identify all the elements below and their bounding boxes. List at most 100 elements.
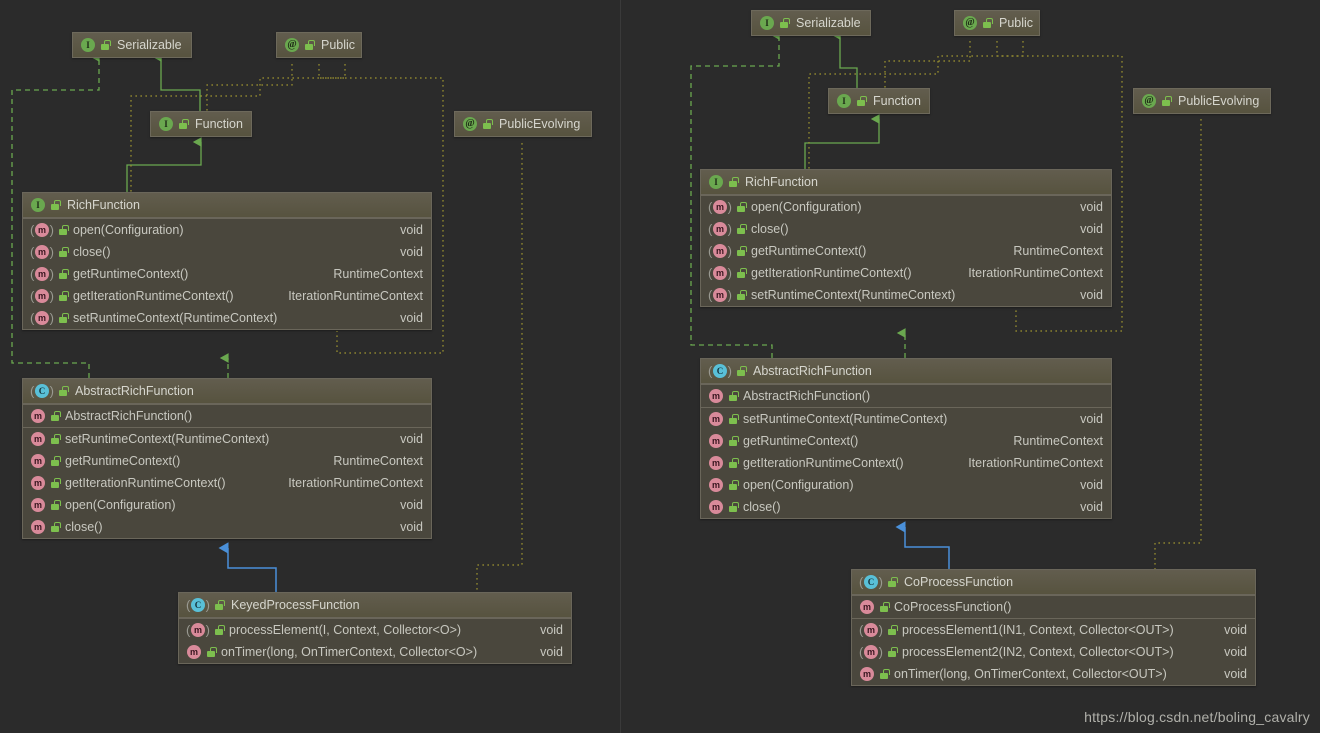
node-abstractrichfunction-left[interactable]: C AbstractRichFunction m AbstractRichFun… — [22, 378, 432, 539]
member-type: void — [400, 222, 423, 237]
member-type: void — [1080, 499, 1103, 514]
member-name: setRuntimeContext(RuntimeContext) — [743, 411, 948, 426]
node-header: @ PublicEvolving — [1134, 89, 1270, 113]
member-row[interactable]: m close() void — [23, 516, 431, 538]
member-row[interactable]: m CoProcessFunction() — [852, 596, 1255, 618]
abstract-method-icon: m — [860, 645, 882, 659]
member-name: CoProcessFunction() — [894, 599, 1012, 614]
node-title: Serializable — [117, 37, 182, 52]
member-row[interactable]: m getIterationRuntimeContext() Iteration… — [23, 285, 431, 307]
member-type: void — [1224, 622, 1247, 637]
public-visibility-icon — [215, 600, 225, 610]
member-row[interactable]: m open(Configuration) void — [701, 196, 1111, 218]
node-title: Function — [873, 93, 921, 108]
node-header: I Function — [151, 112, 251, 136]
member-row[interactable]: m setRuntimeContext(RuntimeContext) void — [701, 408, 1111, 430]
node-serializable-right[interactable]: I Serializable — [751, 10, 871, 36]
node-header: I Serializable — [73, 33, 191, 57]
node-title: CoProcessFunction — [904, 574, 1014, 589]
member-type: void — [540, 644, 563, 659]
node-serializable-left[interactable]: I Serializable — [72, 32, 192, 58]
method-icon: m — [709, 456, 723, 470]
member-section: m setRuntimeContext(RuntimeContext) void… — [23, 427, 431, 538]
node-title: AbstractRichFunction — [75, 383, 194, 398]
abstract-method-icon: m — [31, 311, 53, 325]
member-row[interactable]: m processElement1(IN1, Context, Collecto… — [852, 619, 1255, 641]
node-keyedprocessfunction-left[interactable]: C KeyedProcessFunction m processElement(… — [178, 592, 572, 664]
node-abstractrichfunction-right[interactable]: C AbstractRichFunction m AbstractRichFun… — [700, 358, 1112, 519]
member-row[interactable]: m processElement2(IN2, Context, Collecto… — [852, 641, 1255, 663]
node-coprocessfunction-right[interactable]: C CoProcessFunction m CoProcessFunction(… — [851, 569, 1256, 686]
member-row[interactable]: m onTimer(long, OnTimerContext, Collecto… — [852, 663, 1255, 685]
member-row[interactable]: m getRuntimeContext() RuntimeContext — [701, 430, 1111, 452]
member-row[interactable]: m close() void — [701, 496, 1111, 518]
node-richfunction-left[interactable]: I RichFunction m open(Configuration) voi… — [22, 192, 432, 330]
public-visibility-icon — [729, 436, 739, 446]
watermark-url: https://blog.csdn.net/boling_cavalry — [1084, 709, 1310, 725]
member-name: processElement2(IN2, Context, Collector<… — [902, 644, 1174, 659]
member-row[interactable]: m getIterationRuntimeContext() Iteration… — [701, 452, 1111, 474]
member-row[interactable]: m getRuntimeContext() RuntimeContext — [701, 240, 1111, 262]
interface-icon: I — [709, 175, 723, 189]
node-public-left[interactable]: @ Public — [276, 32, 362, 58]
member-name: getIterationRuntimeContext() — [751, 265, 912, 280]
abstract-method-icon: m — [860, 623, 882, 637]
abstract-method-icon: m — [709, 200, 731, 214]
member-row[interactable]: m open(Configuration) void — [23, 219, 431, 241]
node-public-right[interactable]: @ Public — [954, 10, 1040, 36]
node-header: I Serializable — [752, 11, 870, 35]
member-row[interactable]: m onTimer(long, OnTimerContext, Collecto… — [179, 641, 571, 663]
node-function-left[interactable]: I Function — [150, 111, 252, 137]
member-type: void — [400, 310, 423, 325]
public-visibility-icon — [888, 647, 898, 657]
member-row[interactable]: m open(Configuration) void — [23, 494, 431, 516]
member-name: getRuntimeContext() — [743, 433, 859, 448]
node-publicevolving-left[interactable]: @ PublicEvolving — [454, 111, 592, 137]
member-section: m open(Configuration) void m close() voi… — [701, 195, 1111, 306]
member-row[interactable]: m AbstractRichFunction() — [701, 385, 1111, 407]
abstract-class-icon: C — [709, 364, 731, 378]
public-visibility-icon — [737, 246, 747, 256]
abstract-class-icon: C — [860, 575, 882, 589]
member-row[interactable]: m close() void — [701, 218, 1111, 240]
edge-right-function-extends-serializable — [831, 30, 858, 88]
member-row[interactable]: m getRuntimeContext() RuntimeContext — [23, 263, 431, 285]
member-name: open(Configuration) — [65, 497, 176, 512]
member-row[interactable]: m setRuntimeContext(RuntimeContext) void — [701, 284, 1111, 306]
member-row[interactable]: m getIterationRuntimeContext() Iteration… — [23, 472, 431, 494]
member-row[interactable]: m close() void — [23, 241, 431, 263]
public-visibility-icon — [729, 391, 739, 401]
abstract-method-icon: m — [709, 288, 731, 302]
node-richfunction-right[interactable]: I RichFunction m open(Configuration) voi… — [700, 169, 1112, 307]
node-header: I RichFunction — [23, 193, 431, 218]
member-row[interactable]: m getIterationRuntimeContext() Iteration… — [701, 262, 1111, 284]
method-icon: m — [31, 476, 45, 490]
public-visibility-icon — [59, 269, 69, 279]
annotation-icon: @ — [463, 117, 477, 131]
public-visibility-icon — [51, 411, 61, 421]
constructor-section: m AbstractRichFunction() — [701, 384, 1111, 407]
public-visibility-icon — [737, 290, 747, 300]
member-row[interactable]: m setRuntimeContext(RuntimeContext) void — [23, 307, 431, 329]
member-row[interactable]: m getRuntimeContext() RuntimeContext — [23, 450, 431, 472]
member-type: RuntimeContext — [1013, 433, 1103, 448]
member-row[interactable]: m processElement(I, Context, Collector<O… — [179, 619, 571, 641]
public-visibility-icon — [51, 456, 61, 466]
public-visibility-icon — [51, 500, 61, 510]
abstract-method-icon: m — [709, 244, 731, 258]
member-name: AbstractRichFunction() — [65, 408, 193, 423]
member-row[interactable]: m setRuntimeContext(RuntimeContext) void — [23, 428, 431, 450]
public-visibility-icon — [737, 224, 747, 234]
node-publicevolving-right[interactable]: @ PublicEvolving — [1133, 88, 1271, 114]
public-visibility-icon — [983, 18, 993, 28]
public-visibility-icon — [888, 577, 898, 587]
public-visibility-icon — [729, 502, 739, 512]
public-visibility-icon — [483, 119, 493, 129]
member-name: open(Configuration) — [743, 477, 854, 492]
node-function-right[interactable]: I Function — [828, 88, 930, 114]
member-row[interactable]: m open(Configuration) void — [701, 474, 1111, 496]
method-icon: m — [709, 478, 723, 492]
member-row[interactable]: m AbstractRichFunction() — [23, 405, 431, 427]
abstract-method-icon: m — [31, 289, 53, 303]
annotation-icon: @ — [1142, 94, 1156, 108]
